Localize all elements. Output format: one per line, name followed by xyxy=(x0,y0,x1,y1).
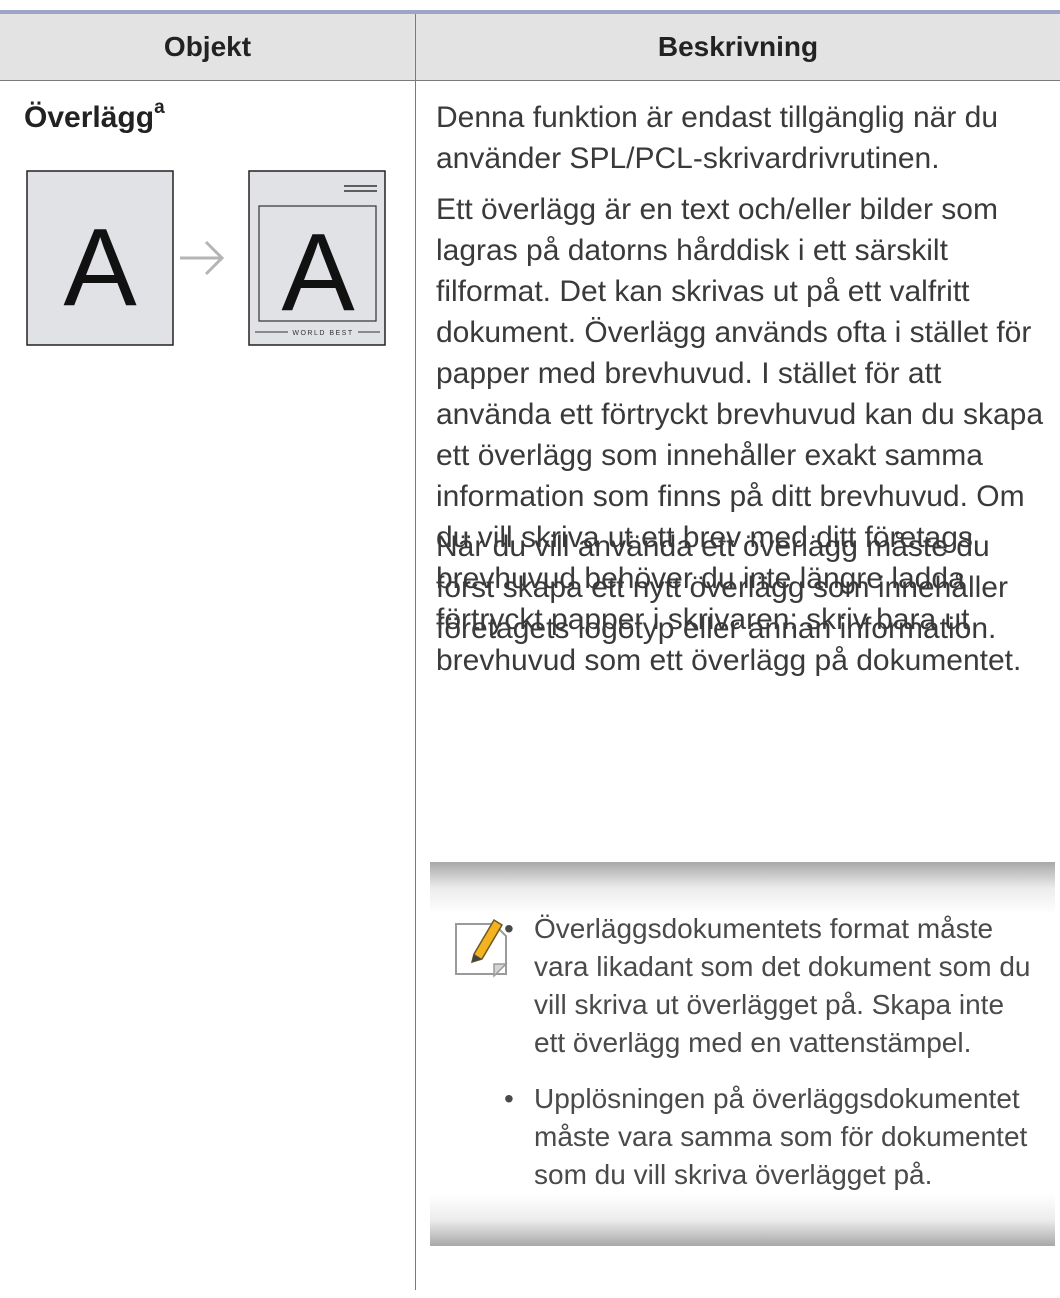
header-object: Objekt xyxy=(163,31,252,62)
note-item-text: Överläggsdokumentets format måste vara l… xyxy=(534,913,1031,1058)
note-item: • Överläggsdokumentets format måste vara … xyxy=(504,910,1042,1062)
note-item: • Upplösningen på överläggsdokumentet mås… xyxy=(504,1080,1042,1194)
overlay-page-letter: A xyxy=(281,211,355,334)
plain-page-letter: A xyxy=(63,206,137,329)
description-paragraph: Denna funktion är endast tillgänglig när… xyxy=(436,101,999,175)
note-pencil-icon xyxy=(455,918,508,978)
description-paragraph: När du vill använda ett överlägg måste d… xyxy=(436,530,1008,645)
table-header: Objekt Beskrivning xyxy=(0,14,1060,81)
bullet: • xyxy=(504,913,514,944)
item-name: Överlägg xyxy=(24,101,155,134)
bullet: • xyxy=(504,1083,514,1114)
overlay-illustration: A A WORLD BEST xyxy=(26,170,386,355)
header-description: Beskrivning xyxy=(657,31,819,62)
note-list: • Överläggsdokumentets format måste vara … xyxy=(504,910,1042,1212)
right-arrow-icon xyxy=(180,240,225,276)
note-item-text: Upplösningen på överläggsdokumentet måst… xyxy=(534,1083,1028,1190)
overlay-footer-text: WORLD BEST xyxy=(292,330,353,337)
note-box: • Överläggsdokumentets format måste vara … xyxy=(430,862,1055,1246)
item-footnote-marker: a xyxy=(154,97,165,118)
overlay-illustration-graphic: A A WORLD BEST xyxy=(26,170,386,346)
column-divider xyxy=(415,81,416,1290)
item-title: Överlägga xyxy=(24,97,165,135)
